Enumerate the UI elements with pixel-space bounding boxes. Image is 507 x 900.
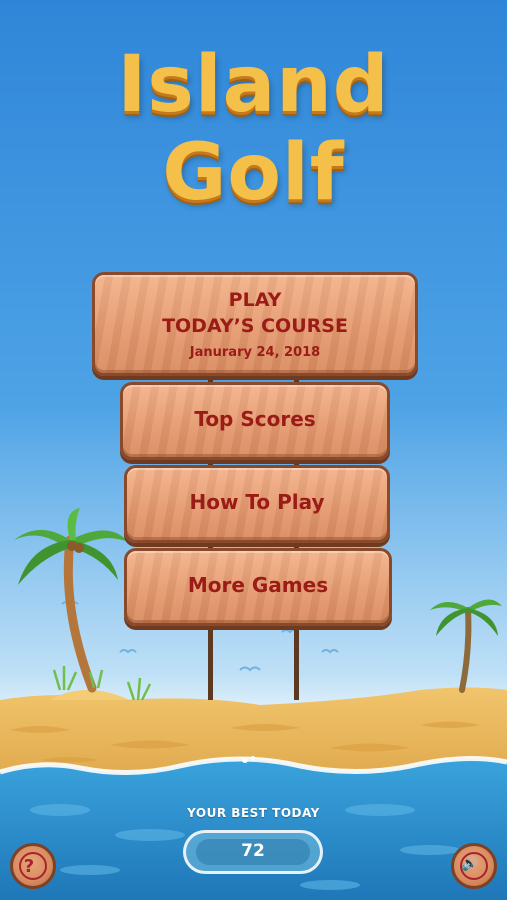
speaker-icon: 🔊 [461,856,479,872]
play-todays-course-button[interactable]: PLAY TODAY’S COURSE Janurary 24, 2018 [92,272,418,376]
question-icon: ? [23,856,35,877]
more-games-button[interactable]: More Games [124,548,392,626]
game-title-line2: Golf [162,128,345,218]
play-label: PLAY [228,289,282,311]
course-date: Janurary 24, 2018 [189,345,321,360]
todays-course-label: TODAY’S COURSE [162,315,348,337]
how-to-play-button[interactable]: How To Play [124,465,390,543]
more-games-label: More Games [187,573,329,597]
best-today-label: YOUR BEST TODAY [187,806,320,820]
best-score-value: 72 [241,841,265,861]
sound-button[interactable]: 🔊 [451,843,497,889]
best-score-display: 72 [183,830,323,874]
how-to-play-label: How To Play [189,490,325,514]
top-scores-button[interactable]: Top Scores [120,382,390,460]
top-scores-label: Top Scores [194,407,316,431]
game-title-line1: Island [117,40,390,130]
help-button[interactable]: ? [10,843,56,889]
